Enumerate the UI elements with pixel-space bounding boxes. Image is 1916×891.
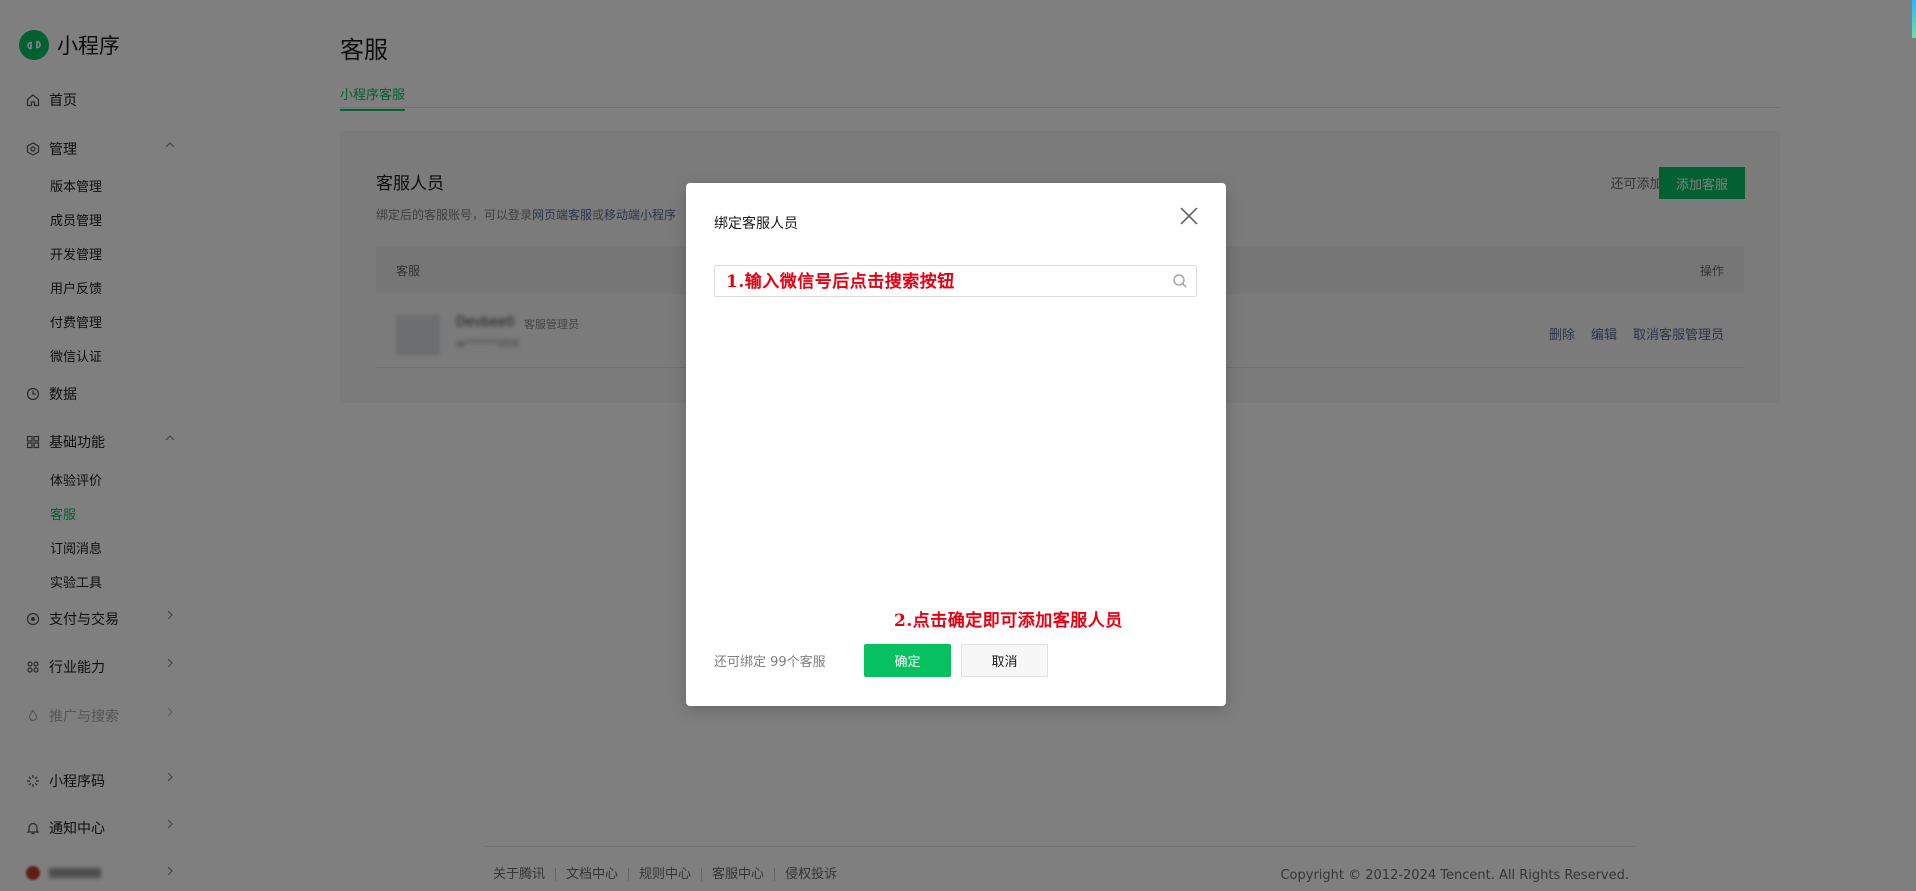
dialog-remain-count: 还可绑定 99个客服 bbox=[714, 655, 826, 670]
close-icon[interactable] bbox=[1178, 205, 1200, 227]
search-icon[interactable] bbox=[1172, 273, 1188, 289]
edge-accent-bar bbox=[1912, 0, 1916, 38]
cancel-button[interactable]: 取消 bbox=[961, 644, 1048, 677]
bind-service-dialog: 绑定客服人员 1.输入微信号后点击搜索按钮 2.点击确定即可添加客服人员 还可绑… bbox=[686, 183, 1226, 706]
confirm-button[interactable]: 确定 bbox=[864, 644, 951, 677]
dialog-title: 绑定客服人员 bbox=[714, 216, 798, 232]
annotation-step-1: 1.输入微信号后点击搜索按钮 bbox=[726, 272, 955, 292]
annotation-step-2: 2.点击确定即可添加客服人员 bbox=[894, 611, 1123, 631]
